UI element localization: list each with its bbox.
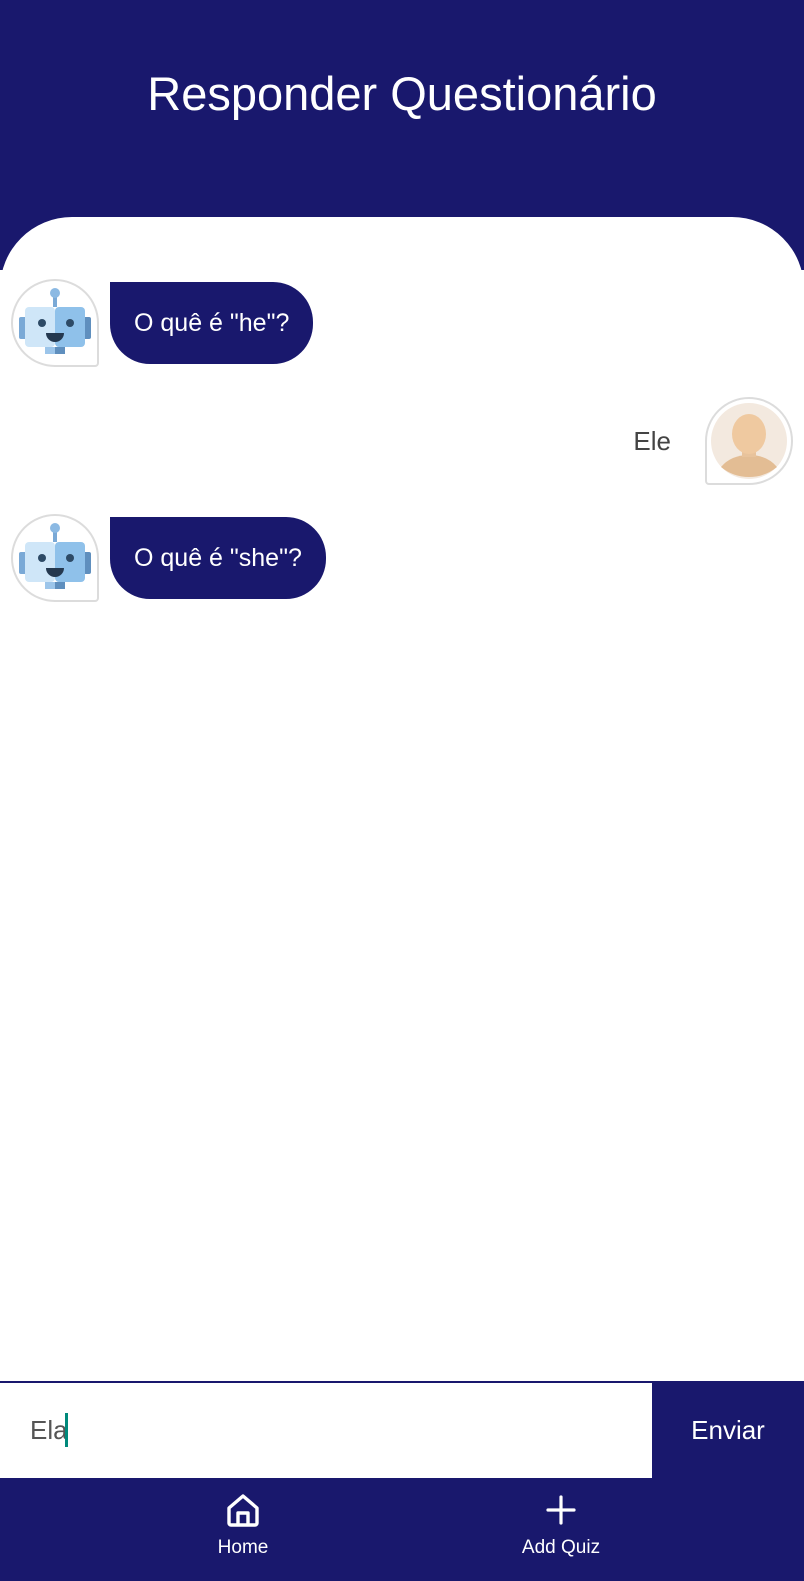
user-avatar-icon: [705, 397, 793, 485]
app-root: Responder Questionário O quê é "he"? Ele: [0, 0, 804, 1581]
bottom-nav: Home Add Quiz: [0, 1478, 804, 1581]
nav-label-add-quiz: Add Quiz: [521, 1537, 601, 1558]
text-caret: [65, 1413, 68, 1447]
page-title: Responder Questionário: [147, 67, 657, 120]
send-button[interactable]: Enviar: [652, 1383, 804, 1478]
bot-message-row: O quê é "she"?: [11, 514, 326, 602]
chat-panel[interactable]: [0, 217, 804, 1382]
bot-message-bubble: O quê é "she"?: [110, 517, 326, 599]
plus-icon: [546, 1495, 576, 1525]
nav-label-home: Home: [217, 1537, 269, 1558]
bot-message-row: O quê é "he"?: [11, 279, 314, 367]
robot-avatar-icon: [11, 514, 99, 602]
home-icon: [227, 1494, 259, 1527]
answer-input-bar: Enviar: [0, 1381, 804, 1478]
answer-input[interactable]: [0, 1383, 652, 1478]
user-message-row: Ele: [633, 397, 793, 485]
nav-item-home[interactable]: Home: [143, 1478, 343, 1581]
robot-avatar-icon: [11, 279, 99, 367]
user-message-text: Ele: [633, 425, 671, 456]
bot-message-bubble: O quê é "he"?: [110, 282, 314, 364]
nav-item-add-quiz[interactable]: Add Quiz: [461, 1478, 661, 1581]
